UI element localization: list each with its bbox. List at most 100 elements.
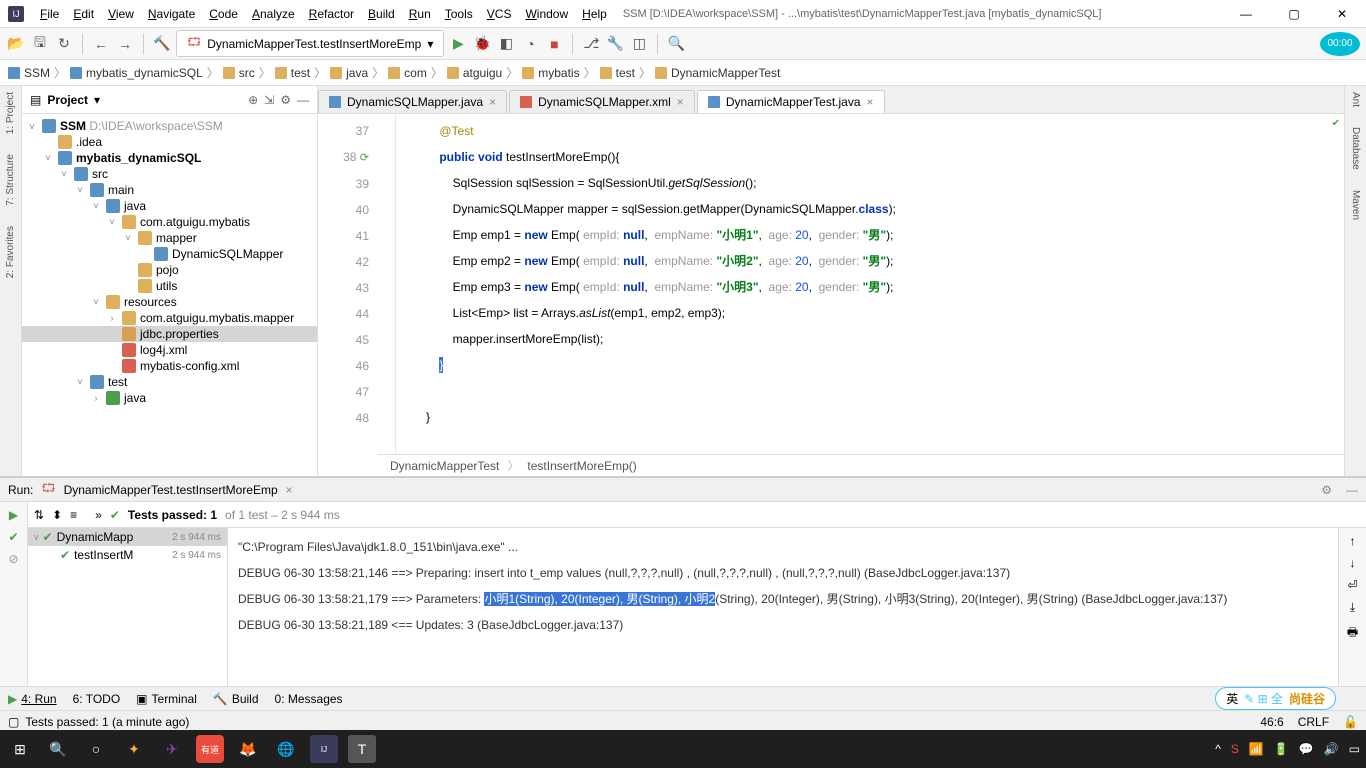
tray-icon[interactable]: S	[1231, 742, 1239, 756]
minimize-button[interactable]: —	[1230, 7, 1262, 21]
menu-window[interactable]: Window	[519, 5, 574, 23]
tree-node[interactable]: pojo	[22, 262, 317, 278]
refresh-icon[interactable]: ↻	[54, 34, 74, 54]
project-tree[interactable]: vSSM D:\IDEA\workspace\SSM.idea˅mybatis_…	[22, 114, 317, 476]
test-node[interactable]: ✔testInsertM2 s 944 ms	[28, 546, 227, 564]
toggle-pass-icon[interactable]: ✔	[8, 530, 18, 544]
tree-root[interactable]: vSSM D:\IDEA\workspace\SSM	[22, 118, 317, 134]
tray-icon[interactable]: 📶	[1249, 742, 1264, 756]
coverage-icon[interactable]: ◧	[496, 34, 516, 54]
breadcrumb-item[interactable]: mybatis_dynamicSQL	[70, 66, 203, 80]
tray-icon[interactable]: 🔊	[1324, 742, 1339, 756]
sort-icon[interactable]: ⇅	[34, 508, 44, 522]
down-icon[interactable]: ↓	[1350, 556, 1356, 570]
tree-node[interactable]: utils	[22, 278, 317, 294]
tree-node[interactable]: ˅mybatis_dynamicSQL	[22, 150, 317, 166]
run-icon[interactable]: ▶	[448, 34, 468, 54]
forward-icon[interactable]: →	[115, 34, 135, 54]
stop-icon[interactable]: ■	[544, 34, 564, 54]
tree-node[interactable]: ˅com.atguigu.mybatis	[22, 214, 317, 230]
gear-icon[interactable]: ⚙	[280, 93, 291, 107]
tree-node[interactable]: ˅resources	[22, 294, 317, 310]
firefox-icon[interactable]: 🦊	[234, 735, 262, 763]
chevron-down-icon[interactable]: ▾	[94, 93, 100, 107]
app-icon[interactable]: 有道	[196, 735, 224, 763]
vcs-icon[interactable]: ⎇	[581, 34, 601, 54]
gear-icon[interactable]: ⚙	[1321, 483, 1332, 497]
tree-node[interactable]: ›com.atguigu.mybatis.mapper	[22, 310, 317, 326]
menu-view[interactable]: View	[102, 5, 140, 23]
app-icon[interactable]: ✦	[120, 735, 148, 763]
breadcrumb-item[interactable]: test	[600, 66, 635, 80]
menu-edit[interactable]: Edit	[67, 5, 100, 23]
up-icon[interactable]: ↑	[1350, 534, 1356, 548]
profile-icon[interactable]: ◔	[520, 34, 540, 54]
tree-node[interactable]: DynamicSQLMapper	[22, 246, 317, 262]
tree-node[interactable]: ˅mapper	[22, 230, 317, 246]
print-icon[interactable]: 🖶	[1347, 623, 1358, 644]
menu-navigate[interactable]: Navigate	[142, 5, 201, 23]
search-icon[interactable]: 🔍	[44, 735, 72, 763]
breadcrumb-item[interactable]: test	[275, 66, 310, 80]
build-icon[interactable]: 🔨	[152, 34, 172, 54]
run-config-selector[interactable]: ⮔ DynamicMapperTest.testInsertMoreEmp ▾	[176, 30, 444, 57]
tray-icon[interactable]: ▭	[1349, 742, 1360, 756]
tray-icon[interactable]: 🔋	[1274, 742, 1289, 756]
scroll-icon[interactable]: ⤓	[1350, 600, 1355, 615]
menu-help[interactable]: Help	[576, 5, 613, 23]
collapse-icon[interactable]: ≡	[70, 508, 77, 522]
tray-icon[interactable]: ^	[1215, 742, 1221, 756]
tree-node[interactable]: .idea	[22, 134, 317, 150]
breadcrumb-item[interactable]: src	[223, 66, 255, 80]
editor-tab[interactable]: DynamicSQLMapper.java×	[318, 90, 507, 113]
menu-build[interactable]: Build	[362, 5, 401, 23]
collapse-icon[interactable]: ⇲	[264, 93, 274, 107]
tool-tab[interactable]: 2: Favorites	[5, 226, 16, 278]
close-tab-icon[interactable]: ×	[286, 483, 293, 497]
expand-icon[interactable]: ⬍	[52, 508, 62, 522]
bottom-tab[interactable]: ▣ Terminal	[136, 692, 197, 706]
tool-tab[interactable]: Database	[1350, 127, 1361, 170]
tree-node[interactable]: ˅src	[22, 166, 317, 182]
tree-node[interactable]: log4j.xml	[22, 342, 317, 358]
code-content[interactable]: @Test public void testInsertMoreEmp(){ S…	[396, 114, 1366, 454]
bottom-tab[interactable]: ▶ 4: Run	[8, 692, 57, 706]
hide-icon[interactable]: —	[1346, 483, 1358, 497]
menu-file[interactable]: File	[34, 5, 65, 23]
menu-run[interactable]: Run	[403, 5, 437, 23]
menu-analyze[interactable]: Analyze	[246, 5, 301, 23]
console-output[interactable]: "C:\Program Files\Java\jdk1.8.0_151\bin\…	[228, 528, 1338, 686]
app-icon[interactable]: ✈	[158, 735, 186, 763]
intellij-icon[interactable]: IJ	[310, 735, 338, 763]
tray-icon[interactable]: 💬	[1299, 742, 1314, 756]
breadcrumb-item[interactable]: mybatis	[522, 66, 579, 80]
editor-crumb[interactable]: DynamicMapperTest	[390, 459, 499, 473]
editor-tab[interactable]: DynamicMapperTest.java×	[697, 90, 885, 113]
menu-vcs[interactable]: VCS	[481, 5, 518, 23]
settings-icon[interactable]: 🔧	[605, 34, 625, 54]
search-icon[interactable]: 🔍	[666, 34, 686, 54]
tree-node[interactable]: jdbc.properties	[22, 326, 317, 342]
back-icon[interactable]: ←	[91, 34, 111, 54]
code-editor[interactable]: 3738 ⟳39404142434445464748 @Test public …	[318, 114, 1366, 454]
menu-code[interactable]: Code	[203, 5, 244, 23]
cortana-icon[interactable]: ○	[82, 735, 110, 763]
breadcrumb-item[interactable]: atguigu	[447, 66, 502, 80]
bottom-tab[interactable]: 🔨 Build	[213, 692, 259, 706]
save-icon[interactable]: 🖫	[30, 34, 50, 54]
test-tree[interactable]: v✔DynamicMapp2 s 944 ms✔testInsertM2 s 9…	[28, 528, 228, 686]
rerun-icon[interactable]: ▶	[9, 508, 18, 522]
tree-node[interactable]: ˅test	[22, 374, 317, 390]
tree-node[interactable]: mybatis-config.xml	[22, 358, 317, 374]
close-tab-icon[interactable]: ×	[489, 95, 496, 109]
editor-tab[interactable]: DynamicSQLMapper.xml×	[509, 90, 695, 113]
start-button[interactable]: ⊞	[6, 735, 34, 763]
chrome-icon[interactable]: 🌐	[272, 735, 300, 763]
wrap-icon[interactable]: ⏎	[1347, 578, 1357, 592]
breadcrumb-item[interactable]: java	[330, 66, 368, 80]
menu-refactor[interactable]: Refactor	[303, 5, 360, 23]
tool-tab[interactable]: 1: Project	[5, 92, 16, 134]
bottom-tab[interactable]: 6: TODO	[73, 692, 121, 706]
breadcrumb-item[interactable]: DynamicMapperTest	[655, 66, 780, 80]
tool-tab[interactable]: 7: Structure	[5, 154, 16, 206]
